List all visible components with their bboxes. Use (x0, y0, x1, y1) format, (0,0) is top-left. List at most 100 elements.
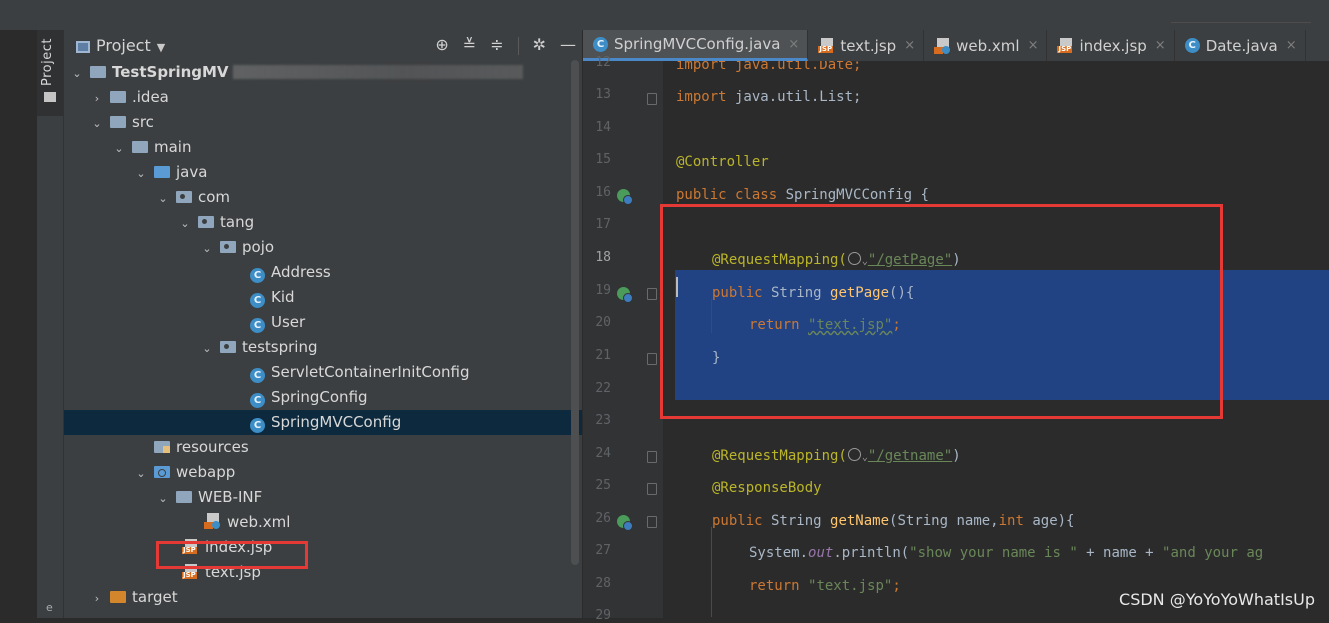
code-area[interactable]: import java.util.Date; import java.util.… (663, 61, 1329, 618)
tab-web-xml[interactable]: web.xml × (924, 30, 1048, 61)
chevron-down-icon[interactable]: ⌄ (134, 161, 148, 186)
tree-item-text-jsp[interactable]: JSP text.jsp (64, 560, 582, 585)
tree-item-web-inf[interactable]: ⌄ WEB-INF (64, 485, 582, 510)
tree-item-testspring[interactable]: ⌄ testspring (64, 335, 582, 360)
tree-item-servletcontainerinitconfig[interactable]: C ServletContainerInitConfig (64, 360, 582, 385)
line-number: 18 (595, 250, 611, 265)
chevron-down-icon[interactable]: ⌄ (134, 461, 148, 486)
tree-item-springmvcconfig[interactable]: C SpringMVCConfig (64, 410, 582, 435)
tree-item-label: java (176, 163, 208, 181)
line-number: 12 (595, 55, 611, 70)
fold-marker-icon[interactable] (647, 451, 657, 463)
chevron-down-icon[interactable]: ⌄ (156, 486, 170, 511)
close-icon[interactable]: × (1028, 38, 1039, 53)
web-url-icon[interactable] (847, 252, 861, 265)
close-icon[interactable]: × (788, 37, 799, 52)
chevron-down-icon[interactable]: ⌄ (112, 136, 126, 161)
gear-icon[interactable]: ✲ (533, 35, 546, 55)
tree-item-label: Kid (271, 288, 295, 306)
chevron-right-icon[interactable]: › (90, 86, 104, 111)
code-token: (String name, (889, 513, 999, 529)
close-icon[interactable]: × (904, 38, 915, 53)
chevron-down-icon[interactable]: ⌄ (200, 236, 214, 261)
left-tool-strip: Project e (37, 30, 64, 618)
tree-item-webapp[interactable]: ⌄ webapp (64, 460, 582, 485)
tree-item-web-xml[interactable]: web.xml (64, 510, 582, 535)
chevron-down-icon[interactable]: ⌄ (90, 111, 104, 136)
tree-item-label: TestSpringMV (112, 63, 229, 81)
package-icon (220, 341, 236, 353)
hide-panel-icon[interactable]: — (560, 35, 576, 55)
code-token: } (712, 350, 721, 366)
code-token: int (998, 513, 1024, 529)
tab-text-jsp[interactable]: JSP text.jsp × (808, 30, 925, 61)
project-view-selector[interactable]: Project ▼ (76, 36, 165, 55)
tree-item-main[interactable]: ⌄ main (64, 135, 582, 160)
chevron-down-icon[interactable]: ⌄ (70, 61, 84, 86)
tree-item-resources[interactable]: resources (64, 435, 582, 460)
web-url-icon[interactable] (847, 448, 861, 461)
tab-index-jsp[interactable]: JSP index.jsp × (1047, 30, 1175, 61)
tab-date-java[interactable]: C Date.java × (1175, 30, 1306, 61)
tree-item-pojo[interactable]: ⌄ pojo (64, 235, 582, 260)
spring-bean-gutter-icon[interactable] (617, 189, 633, 205)
jsp-file-icon: JSP (1057, 38, 1075, 53)
collapse-all-icon[interactable]: ≑ (490, 35, 503, 55)
fold-marker-icon[interactable] (647, 353, 657, 365)
line-number: 20 (595, 315, 611, 330)
code-token: public (712, 285, 763, 301)
fold-marker-icon[interactable] (647, 288, 657, 300)
code-token: .println( (833, 545, 910, 561)
close-icon[interactable]: × (1155, 38, 1166, 53)
code-token: public (712, 513, 763, 529)
tab-springmvcconfig-java[interactable]: C SpringMVCConfig.java × (583, 30, 809, 61)
code-line-12: import java.util.Date; (676, 61, 861, 75)
fold-marker-icon[interactable] (647, 483, 657, 495)
web-folder-icon (154, 466, 170, 478)
tree-item-label: SpringConfig (271, 388, 368, 406)
tree-item-idea[interactable]: › .idea (64, 85, 582, 110)
tree-item-index-jsp[interactable]: JSP index.jsp (64, 535, 582, 560)
code-token: @RequestMapping( (712, 448, 847, 464)
fold-marker-icon[interactable] (647, 516, 657, 528)
tree-item-java[interactable]: ⌄ java (64, 160, 582, 185)
code-line-18: @RequestMapping(⌄"/getPage") (712, 250, 961, 272)
code-token[interactable]: "/getPage" (868, 252, 952, 268)
project-scrollbar[interactable] (571, 60, 579, 565)
chevron-down-icon: ▼ (156, 41, 166, 54)
code-token: (){ (889, 285, 915, 301)
close-icon[interactable]: × (1286, 38, 1297, 53)
indent-guide (711, 299, 712, 333)
folder-icon (110, 116, 126, 128)
chevron-down-icon[interactable]: ⌄ (200, 336, 214, 361)
code-token[interactable]: "/getname" (868, 448, 952, 464)
code-token: import (676, 89, 727, 105)
tree-item-src[interactable]: ⌄ src (64, 110, 582, 135)
chevron-right-icon[interactable]: › (90, 586, 104, 611)
locate-file-icon[interactable]: ⊕ (435, 35, 448, 55)
tree-item-kid[interactable]: C Kid (64, 285, 582, 310)
expand-all-icon[interactable]: ≚ (463, 35, 476, 55)
code-token: ) (952, 448, 961, 464)
spring-bean-gutter-icon[interactable] (617, 515, 633, 531)
chevron-down-icon[interactable]: ⌄ (178, 211, 192, 236)
spring-bean-gutter-icon[interactable] (617, 287, 633, 303)
code-token: "show your name is " (909, 545, 1078, 561)
code-token: "text.jsp" (808, 317, 893, 333)
tree-item-address[interactable]: C Address (64, 260, 582, 285)
tree-item-tang[interactable]: ⌄ tang (64, 210, 582, 235)
tree-item-springconfig[interactable]: C SpringConfig (64, 385, 582, 410)
class-icon: C (250, 393, 265, 408)
tree-item-target[interactable]: › target (64, 585, 582, 610)
code-token: @Controller (676, 154, 769, 170)
tree-item-label: resources (176, 438, 249, 456)
editor-gutter[interactable]: 12 13 14 15 16 17 18 19 20 21 22 23 24 2… (583, 55, 663, 623)
tree-item-user[interactable]: C User (64, 310, 582, 335)
fold-marker-icon[interactable] (647, 93, 657, 105)
tree-item-module[interactable]: ⌄ TestSpringMV (64, 60, 582, 85)
class-icon: C (593, 36, 608, 52)
tree-item-com[interactable]: ⌄ com (64, 185, 582, 210)
project-tool-window-button[interactable]: Project (37, 30, 63, 116)
chevron-down-icon[interactable]: ⌄ (156, 186, 170, 211)
package-icon (220, 241, 236, 253)
